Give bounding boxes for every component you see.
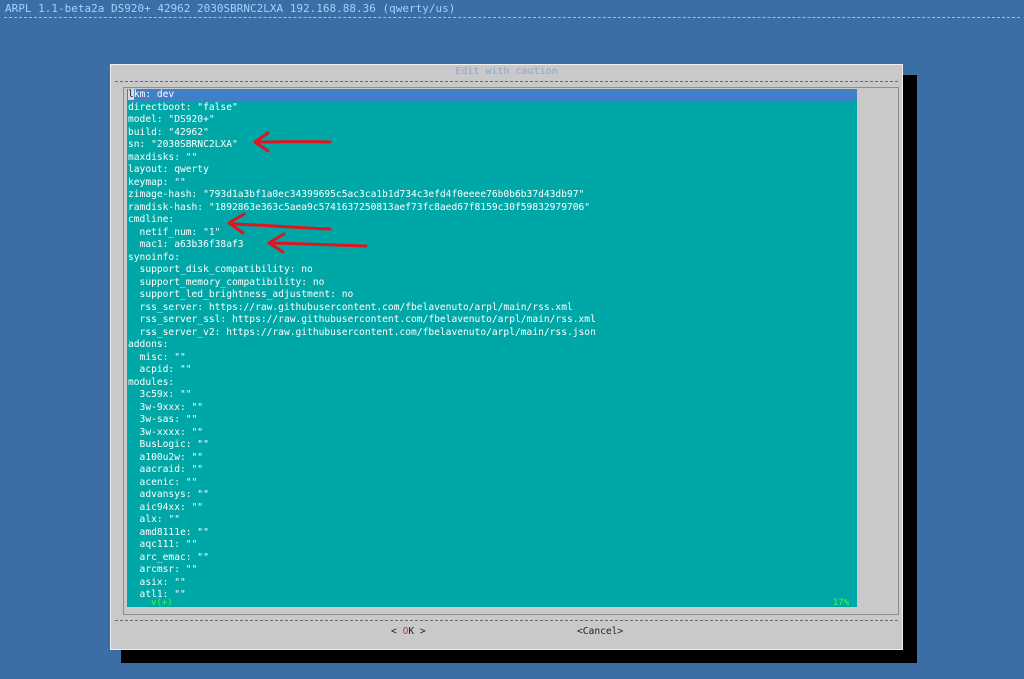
- editor-line[interactable]: layout: qwerty: [127, 164, 857, 177]
- ok-button[interactable]: < OK >: [391, 626, 426, 637]
- top-status-bar: ARPL 1.1-beta2a DS920+ 42962 2030SBRNC2L…: [0, 0, 1024, 22]
- editor-line[interactable]: support_memory_compatibility: no: [127, 277, 857, 290]
- editor-line[interactable]: advansys: "": [127, 489, 857, 502]
- dialog-title: Edit with caution: [455, 66, 558, 77]
- editor-line[interactable]: aacraid: "": [127, 464, 857, 477]
- edit-dialog: Edit with caution lkm: dev directboot: "…: [110, 64, 903, 650]
- editor-line[interactable]: addons:: [127, 339, 857, 352]
- editor-line-text: km: dev: [133, 89, 175, 100]
- editor-line[interactable]: model: "DS920+": [127, 114, 857, 127]
- button-divider: [115, 620, 898, 621]
- top-divider: [4, 17, 1020, 18]
- editor-line[interactable]: build: "42962": [127, 127, 857, 140]
- editor-current-line[interactable]: lkm: dev: [127, 89, 857, 102]
- editor-line[interactable]: acpid: "": [127, 364, 857, 377]
- button-bar: < OK > <Cancel>: [111, 626, 902, 640]
- editor-line[interactable]: a100u2w: "": [127, 452, 857, 465]
- editor-line[interactable]: rss_server_v2: https://raw.githubusercon…: [127, 327, 857, 340]
- editor-line[interactable]: sn: "2030SBRNC2LXA": [127, 139, 857, 152]
- dialog-title-divider: [115, 81, 898, 82]
- editor-line[interactable]: mac1: a63b36f38af3: [127, 239, 857, 252]
- editor-lines: lkm: dev directboot: "false" model: "DS92…: [127, 89, 857, 602]
- editor-line[interactable]: rss_server: https://raw.githubuserconten…: [127, 302, 857, 315]
- editor-line[interactable]: netif_num: "1": [127, 227, 857, 240]
- editor-line[interactable]: synoinfo:: [127, 252, 857, 265]
- editor-line[interactable]: ramdisk-hash: "1892863e363c5aea9c5741637…: [127, 202, 857, 215]
- editor-line[interactable]: maxdisks: "": [127, 152, 857, 165]
- ok-label-rest: K >: [408, 626, 426, 637]
- editor-line[interactable]: zimage-hash: "793d1a3bf1a0ec34399695c5ac…: [127, 189, 857, 202]
- scroll-percent: 17%: [832, 598, 849, 608]
- editor-line[interactable]: acenic: "": [127, 477, 857, 490]
- system-info-title: ARPL 1.1-beta2a DS920+ 42962 2030SBRNC2L…: [5, 2, 456, 15]
- editor-line[interactable]: support_led_brightness_adjustment: no: [127, 289, 857, 302]
- editor-line[interactable]: rss_server_ssl: https://raw.githubuserco…: [127, 314, 857, 327]
- editor-line[interactable]: arcmsr: "": [127, 564, 857, 577]
- editor-line[interactable]: modules:: [127, 377, 857, 390]
- editor-line[interactable]: 3c59x: "": [127, 389, 857, 402]
- editor-line[interactable]: atl1: "": [127, 589, 857, 602]
- config-text-editor[interactable]: lkm: dev directboot: "false" model: "DS92…: [127, 89, 857, 607]
- editor-line[interactable]: alx: "": [127, 514, 857, 527]
- editor-line[interactable]: BusLogic: "": [127, 439, 857, 452]
- editor-line[interactable]: cmdline:: [127, 214, 857, 227]
- scroll-indicator: v(+): [151, 598, 173, 608]
- ok-bracket-left: <: [391, 626, 403, 637]
- cancel-button[interactable]: <Cancel>: [577, 626, 623, 637]
- editor-line[interactable]: directboot: "false": [127, 102, 857, 115]
- editor-status-line: v(+) 17%: [127, 598, 857, 611]
- editor-line[interactable]: arc_emac: "": [127, 552, 857, 565]
- editor-line[interactable]: asix: "": [127, 577, 857, 590]
- editor-line[interactable]: 3w-9xxx: "": [127, 402, 857, 415]
- editor-line[interactable]: amd8111e: "": [127, 527, 857, 540]
- editor-line[interactable]: 3w-sas: "": [127, 414, 857, 427]
- editor-line[interactable]: keymap: "": [127, 177, 857, 190]
- editor-line[interactable]: support_disk_compatibility: no: [127, 264, 857, 277]
- editor-line[interactable]: misc: "": [127, 352, 857, 365]
- editor-line[interactable]: 3w-xxxx: "": [127, 427, 857, 440]
- editor-line[interactable]: aic94xx: "": [127, 502, 857, 515]
- editor-line[interactable]: aqc111: "": [127, 539, 857, 552]
